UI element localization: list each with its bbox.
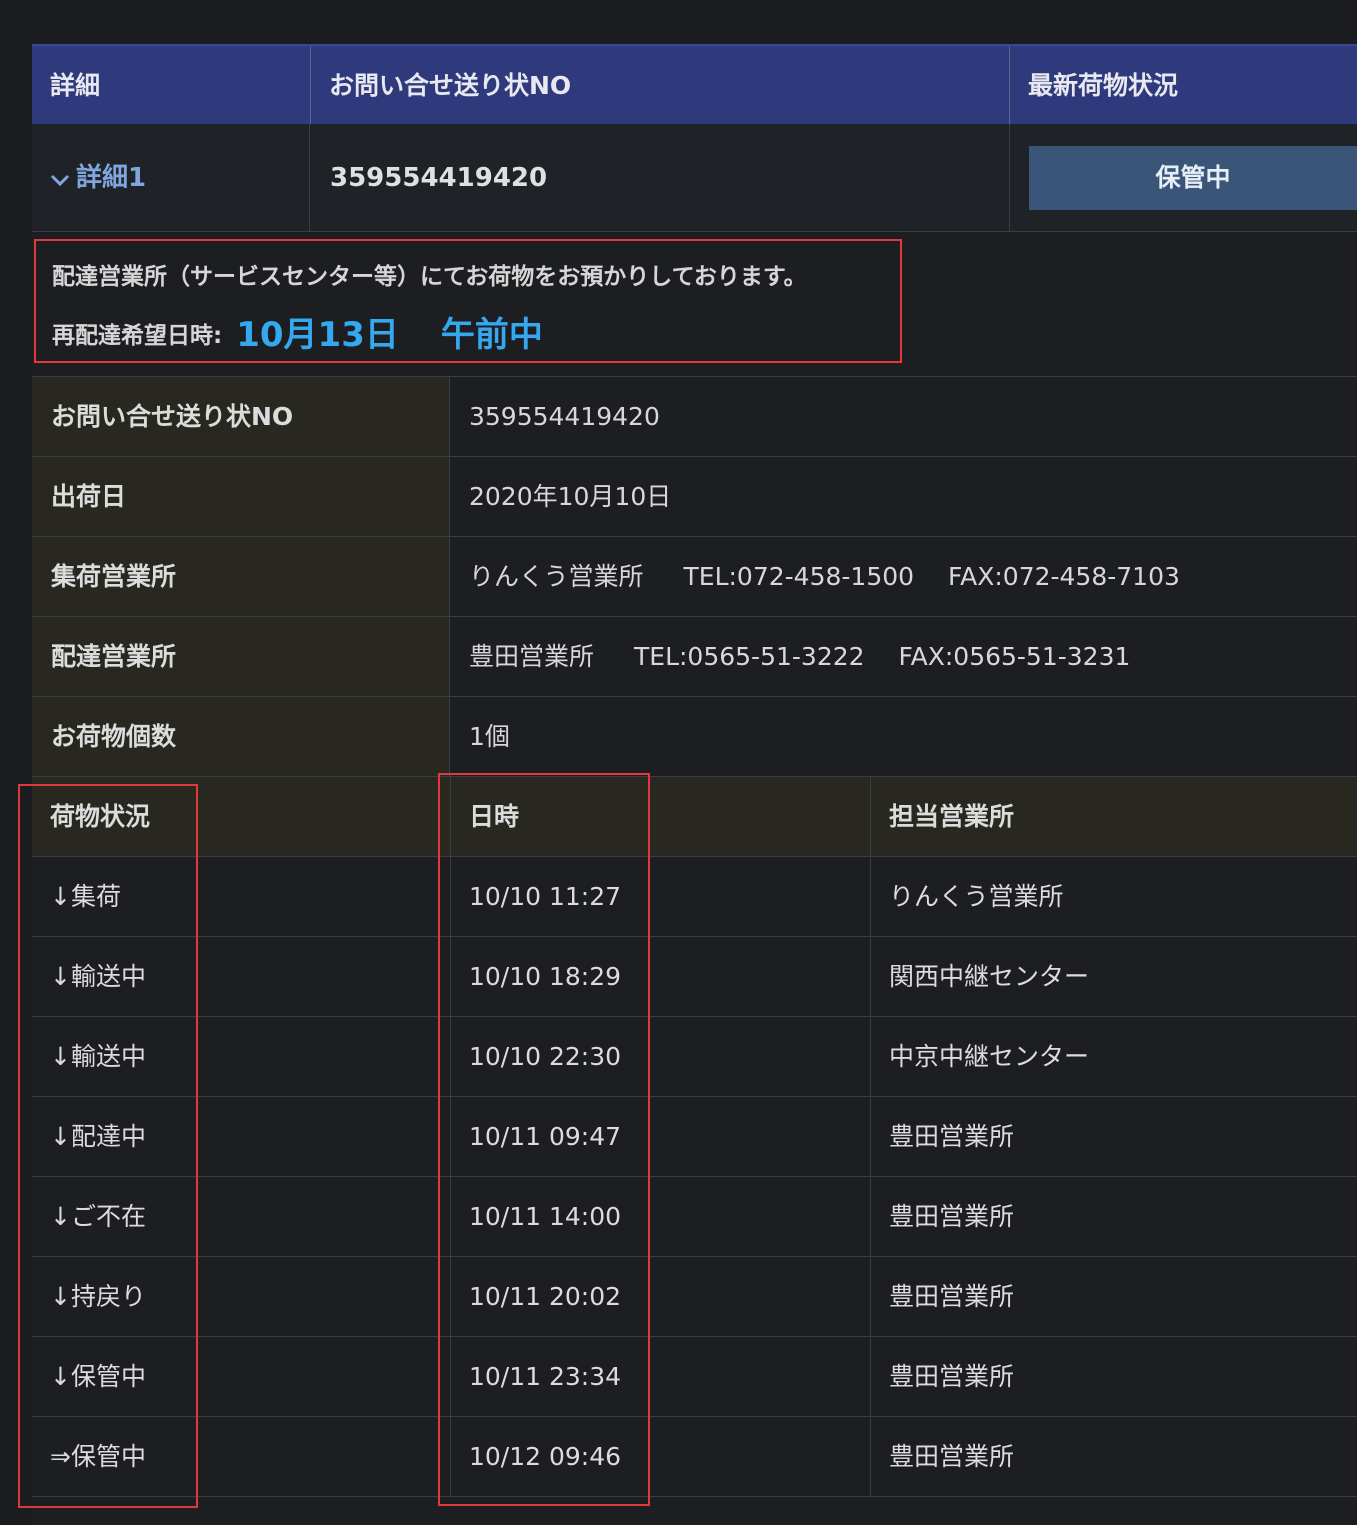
tracking-row: ⇒保管中 10/12 09:46 豊田営業所 <box>32 1416 1357 1496</box>
tracking-status: ↓輸送中 <box>50 962 146 991</box>
info-row-count: お荷物個数 1個 <box>32 696 1357 776</box>
info-row-delivery-office: 配達営業所 豊田営業所 TEL:0565-51-3222 FAX:0565-51-3… <box>32 616 1357 696</box>
tracking-row: ↓集荷 10/10 11:27 りんくう営業所 <box>32 856 1357 936</box>
tracking-header-office: 担当営業所 <box>889 802 1015 831</box>
tracking-datetime: 10/11 14:00 <box>469 1202 622 1231</box>
column-divider <box>450 1097 451 1176</box>
tracking-header-row: 荷物状況 日時 担当営業所 <box>32 776 1357 856</box>
column-divider <box>870 1417 871 1496</box>
tracking-office: 中京中継センター <box>889 1042 1090 1071</box>
column-divider <box>870 1017 871 1096</box>
tracking-office: 豊田営業所 <box>889 1442 1015 1471</box>
info-row-ship-date: 出荷日 2020年10月10日 <box>32 456 1357 536</box>
tracking-row: ↓保管中 10/11 23:34 豊田営業所 <box>32 1336 1357 1416</box>
tracking-row: ↓ご不在 10/11 14:00 豊田営業所 <box>32 1176 1357 1256</box>
chevron-down-icon <box>50 125 70 233</box>
info-label: 配達営業所 <box>32 617 450 696</box>
column-divider <box>870 777 871 856</box>
column-divider <box>870 857 871 936</box>
info-label: 出荷日 <box>32 457 450 536</box>
column-divider <box>450 1177 451 1256</box>
tracking-status: ⇒保管中 <box>50 1442 146 1471</box>
tracking-status: ↓ご不在 <box>50 1202 146 1231</box>
redelivery-line: 再配達希望日時: 10月13日 午前中 <box>52 307 543 356</box>
info-label: お荷物個数 <box>32 697 450 776</box>
header-divider <box>1009 46 1010 124</box>
tracking-datetime: 10/10 18:29 <box>469 962 622 991</box>
column-divider <box>870 1337 871 1416</box>
table-bottom-border <box>32 1496 1357 1497</box>
info-value-delivery-office: 豊田営業所 TEL:0565-51-3222 FAX:0565-51-3231 <box>451 617 1357 696</box>
redelivery-date: 10月13日 <box>236 315 399 355</box>
tracking-history-table: 荷物状況 日時 担当営業所 ↓集荷 10/10 11:27 りんくう営業所 ↓輸送中 1… <box>32 776 1357 1497</box>
column-divider <box>450 937 451 1016</box>
info-value-count: 1個 <box>469 722 510 751</box>
tracking-office: 関西中継センター <box>889 962 1090 991</box>
header-invoice-no: お問い合せ送り状NO <box>329 71 572 100</box>
tracking-status: ↓配達中 <box>50 1122 146 1151</box>
tracking-office: 豊田営業所 <box>889 1122 1015 1151</box>
tracking-row: ↓輸送中 10/10 22:30 中京中継センター <box>32 1016 1357 1096</box>
info-label: 集荷営業所 <box>32 537 450 616</box>
latest-status-button[interactable]: 保管中 <box>1029 146 1357 210</box>
info-row-pickup-office: 集荷営業所 りんくう営業所 TEL:072-458-1500 FAX:072-458… <box>32 536 1357 616</box>
office-fax: FAX:0565-51-3231 <box>898 642 1131 671</box>
tracking-status: ↓輸送中 <box>50 1042 146 1071</box>
info-value-pickup-office: りんくう営業所 TEL:072-458-1500 FAX:072-458-7103 <box>451 537 1357 616</box>
tracking-datetime: 10/11 09:47 <box>469 1122 622 1151</box>
tracking-office: 豊田営業所 <box>889 1362 1015 1391</box>
tracking-datetime: 10/11 20:02 <box>469 1282 622 1311</box>
info-label: お問い合せ送り状NO <box>32 377 450 456</box>
header-divider <box>310 46 311 124</box>
office-tel: TEL:0565-51-3222 <box>634 642 865 671</box>
table-header: 詳細 お問い合せ送り状NO 最新荷物状況 <box>32 44 1357 124</box>
info-value-ship-date: 2020年10月10日 <box>469 482 672 511</box>
tracking-status: ↓持戻り <box>50 1282 146 1311</box>
column-divider <box>450 1417 451 1496</box>
tracking-datetime: 10/11 23:34 <box>469 1362 622 1391</box>
tracking-status: ↓保管中 <box>50 1362 146 1391</box>
column-divider <box>870 1177 871 1256</box>
office-fax: FAX:072-458-7103 <box>948 562 1180 591</box>
column-divider <box>450 1017 451 1096</box>
summary-invoice-no: 359554419420 <box>311 124 1010 232</box>
tracking-row: ↓輸送中 10/10 18:29 関西中継センター <box>32 936 1357 1016</box>
column-divider <box>450 857 451 936</box>
column-divider <box>450 1337 451 1416</box>
redelivery-time: 午前中 <box>440 315 543 355</box>
tracking-datetime: 10/10 22:30 <box>469 1042 622 1071</box>
tracking-row: ↓持戻り 10/11 20:02 豊田営業所 <box>32 1256 1357 1336</box>
header-latest-status: 最新荷物状況 <box>1028 71 1179 100</box>
tracking-datetime: 10/10 11:27 <box>469 882 622 911</box>
tracking-office: 豊田営業所 <box>889 1282 1015 1311</box>
shipment-info-table: お問い合せ送り状NO 359554419420 出荷日 2020年10月10日 … <box>32 376 1357 776</box>
tracking-header-datetime: 日時 <box>469 802 520 831</box>
header-detail: 詳細 <box>50 71 101 100</box>
detail-toggle[interactable]: 詳細1 <box>32 124 310 232</box>
redelivery-label: 再配達希望日時: <box>52 323 223 349</box>
column-divider <box>870 1097 871 1176</box>
tracking-office: りんくう営業所 <box>889 882 1064 911</box>
column-divider <box>450 1257 451 1336</box>
column-divider <box>870 937 871 1016</box>
redelivery-notice: 配達営業所（サービスセンター等）にてお荷物をお預かりしております。 再配達希望日… <box>34 239 902 363</box>
tracking-office: 豊田営業所 <box>889 1202 1015 1231</box>
column-divider <box>870 1257 871 1336</box>
office-tel: TEL:072-458-1500 <box>683 562 915 591</box>
tracking-datetime: 10/12 09:46 <box>469 1442 622 1471</box>
tracking-header-status: 荷物状況 <box>50 802 151 831</box>
column-divider <box>450 777 451 856</box>
info-row-invoice: お問い合せ送り状NO 359554419420 <box>32 376 1357 456</box>
detail-link[interactable]: 詳細1 <box>76 163 146 193</box>
info-value-invoice: 359554419420 <box>469 402 660 431</box>
office-name: りんくう営業所 <box>469 562 644 591</box>
page: 詳細 お問い合せ送り状NO 最新荷物状況 詳細1 359554419420 保管… <box>0 0 1357 1525</box>
tracking-status: ↓集荷 <box>50 882 121 911</box>
office-name: 豊田営業所 <box>469 642 595 671</box>
tracking-row: ↓配達中 10/11 09:47 豊田営業所 <box>32 1096 1357 1176</box>
storage-message: 配達営業所（サービスセンター等）にてお荷物をお預かりしております。 <box>52 264 807 290</box>
